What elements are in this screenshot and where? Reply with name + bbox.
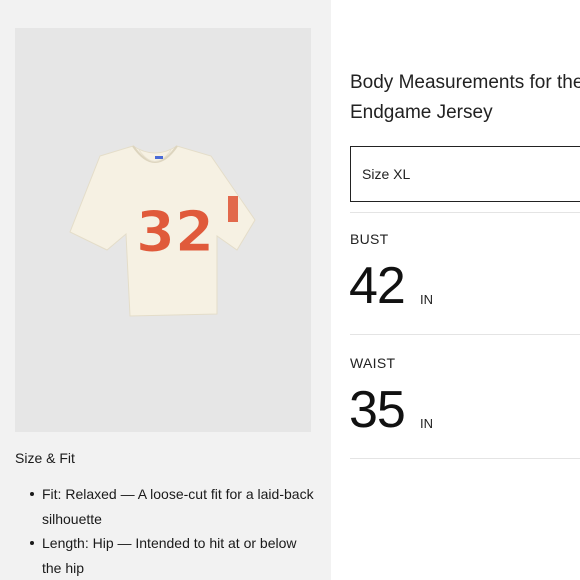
sleeve-number-mark (228, 196, 238, 222)
waist-label: WAIST (350, 355, 396, 371)
divider (350, 212, 580, 213)
product-panel: 32 Size & Fit Fit: Relaxed — A loose-cut… (0, 0, 331, 580)
length-item: Length: Hip — Intended to hit at or belo… (15, 531, 315, 580)
jersey-number: 32 (136, 200, 214, 265)
bust-unit: IN (420, 292, 433, 307)
bust-label: BUST (350, 231, 389, 247)
divider (350, 334, 580, 335)
fit-item: Fit: Relaxed — A loose-cut fit for a lai… (15, 482, 315, 531)
divider (350, 458, 580, 459)
size-fit-list: Fit: Relaxed — A loose-cut fit for a lai… (15, 482, 315, 580)
logo-mark (155, 156, 163, 159)
measurements-title: Body Measurements for the Endgame Jersey (350, 72, 580, 123)
size-fit-title: Size & Fit (15, 450, 75, 466)
waist-value: 35 (349, 381, 406, 439)
size-select-value: Size XL (362, 166, 411, 182)
size-select[interactable]: Size XL (350, 146, 580, 202)
jersey-image: 32 (69, 145, 256, 317)
product-image[interactable]: 32 (15, 28, 311, 432)
measurements-panel: Body Measurements for the Endgame Jersey… (331, 0, 580, 580)
waist-unit: IN (420, 416, 433, 431)
bust-value: 42 (349, 257, 406, 315)
